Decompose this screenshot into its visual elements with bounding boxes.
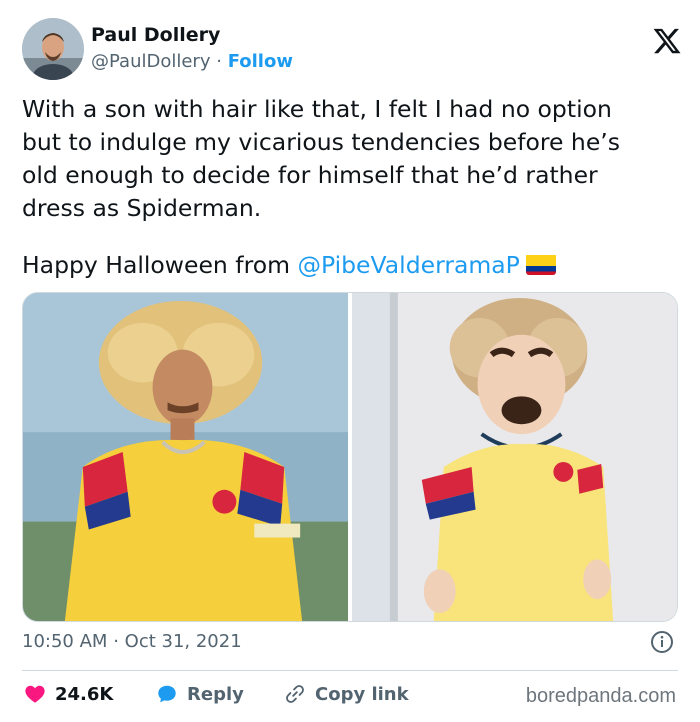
date: Oct 31, 2021	[124, 631, 242, 652]
colombia-flag-icon	[525, 253, 556, 275]
watermark: boredpanda.com	[525, 685, 676, 707]
author-handle[interactable]: @PaulDollery	[91, 51, 211, 72]
link-icon	[286, 685, 304, 703]
tweet-header: Paul Dollery @PaulDollery · Follow	[22, 16, 682, 86]
like-count: 24.6K	[55, 683, 114, 705]
copy-link-label: Copy link	[315, 683, 409, 705]
copy-link-button[interactable]: Copy link	[284, 683, 409, 705]
tweet-text: With a son with hair like that, I felt I…	[22, 93, 682, 282]
photo-player[interactable]	[23, 293, 348, 621]
reply-label: Reply	[187, 683, 244, 705]
photo-child[interactable]	[352, 293, 677, 621]
time: 10:50 AM	[22, 631, 108, 652]
media-grid	[22, 292, 678, 622]
like-button[interactable]: 24.6K	[24, 683, 113, 705]
reply-button[interactable]: Reply	[156, 683, 244, 705]
halloween-text: Happy Halloween from	[22, 251, 298, 279]
tweet-line: old enough to decide for himself that he…	[22, 161, 598, 189]
time-separator: ·	[113, 631, 119, 652]
tweet-line: dress as Spiderman.	[22, 194, 262, 222]
halloween-line: Happy Halloween from @PibeValderramaP	[22, 249, 682, 282]
tweet-line: With a son with hair like that, I felt I…	[22, 95, 612, 123]
mention-link[interactable]: @PibeValderramaP	[297, 251, 519, 279]
x-logo-icon[interactable]	[652, 26, 682, 56]
follow-button[interactable]: Follow	[228, 51, 293, 72]
tweet-line: but to indulge my vicarious tendencies b…	[22, 128, 620, 156]
author-handle-row: @PaulDollery · Follow	[91, 51, 293, 72]
reply-bubble-icon	[158, 685, 176, 703]
heart-icon	[25, 685, 45, 703]
avatar[interactable]	[22, 18, 84, 80]
info-icon[interactable]	[650, 630, 674, 654]
tweet-timestamp[interactable]: 10:50 AM · Oct 31, 2021	[22, 631, 242, 652]
author-name[interactable]: Paul Dollery	[91, 24, 220, 46]
handle-separator: ·	[216, 51, 222, 72]
divider	[22, 670, 678, 671]
